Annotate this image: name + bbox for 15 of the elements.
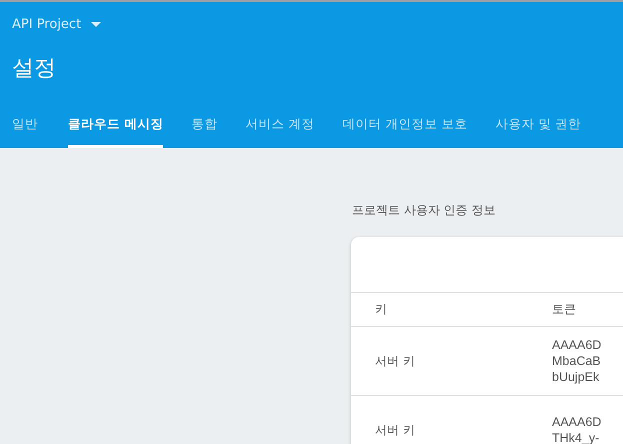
table-cell-text: 서버 키 [374,422,416,438]
page-title: 설정 [12,55,57,83]
column-header: 키 [374,301,388,318]
tab[interactable]: 서비스 계정 [245,116,314,148]
tab[interactable]: 클라우드 메시징 [68,116,164,148]
tab[interactable]: 데이터 개인정보 보호 [342,116,468,148]
token-cell: AAAA6D MbaCaB bUujpEk [552,337,602,385]
section-title: 프로젝트 사용자 인증 정보 [351,202,496,219]
project-selector[interactable]: API Project [12,17,82,32]
column-header: 토큰 [552,301,576,318]
tab[interactable]: 사용자 및 권한 [495,116,582,148]
caret-icon[interactable] [91,22,102,27]
table-cell-text: 서버 키 [374,352,416,370]
tab[interactable]: 일반 [12,116,38,148]
tab[interactable]: 통합 [191,116,218,148]
